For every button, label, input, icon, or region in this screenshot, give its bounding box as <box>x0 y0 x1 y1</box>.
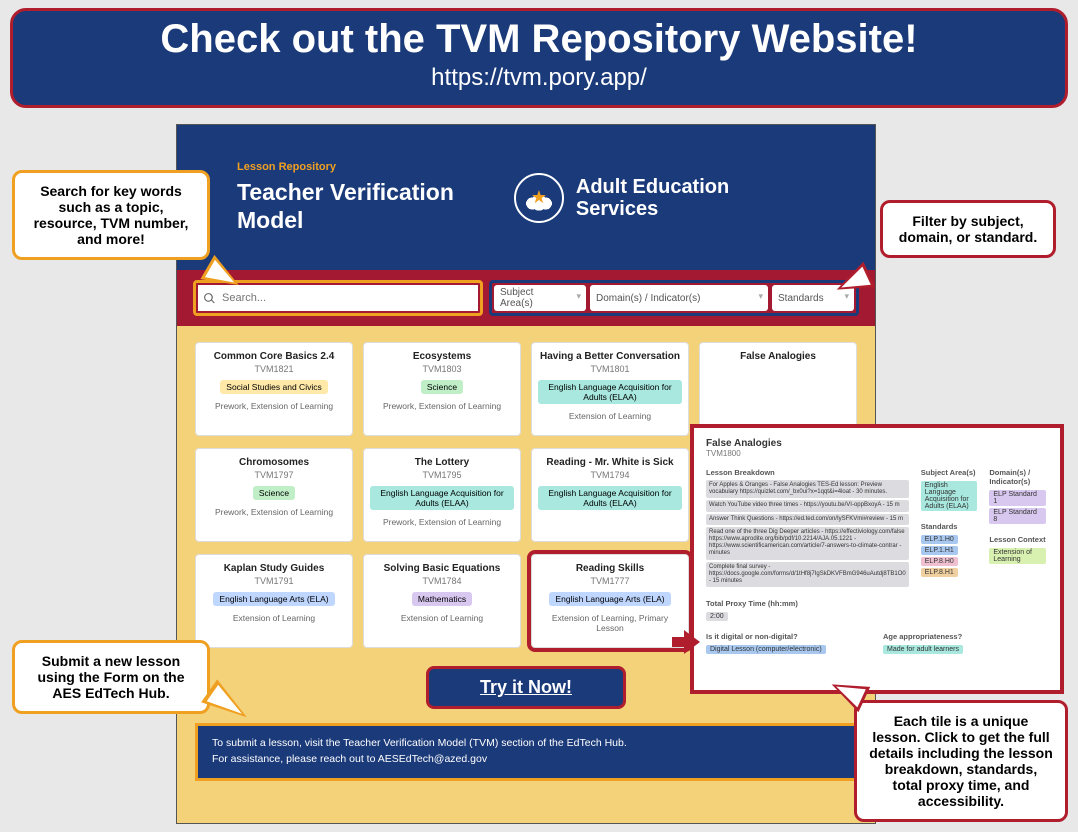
tile-title: Reading - Mr. White is Sick <box>538 457 682 468</box>
breakdown-item: Watch YouTube video three times - https:… <box>706 500 909 511</box>
tile-title: False Analogies <box>706 351 850 362</box>
arizona-seal-icon: ★ <box>514 173 564 223</box>
callout-submit: Submit a new lesson using the Form on th… <box>12 640 210 714</box>
tile-title: Ecosystems <box>370 351 514 362</box>
tile-tag: Science <box>253 486 295 500</box>
detail-age-label: Age appropriateness? <box>883 632 1048 641</box>
tile-title: Chromosomes <box>202 457 346 468</box>
tile-title: Kaplan Study Guides <box>202 563 346 574</box>
tile-title: The Lottery <box>370 457 514 468</box>
tile-sub: Extension of Learning <box>538 411 682 421</box>
tile-tag: English Language Acquisition for Adults … <box>538 486 682 510</box>
tile-id: TVM1777 <box>538 576 682 586</box>
detail-subject-chip: English Language Acquisition for Adults … <box>921 481 978 511</box>
callout-filter: Filter by subject, domain, or standard. <box>880 200 1056 258</box>
tile-title: Reading Skills <box>538 563 682 574</box>
tile-tag: Science <box>421 380 463 394</box>
tile-title: Solving Basic Equations <box>370 563 514 574</box>
tile-sub: Prework, Extension of Learning <box>370 401 514 411</box>
tile-id: TVM1801 <box>538 364 682 374</box>
tile-title: Having a Better Conversation <box>538 351 682 362</box>
detail-digital-label: Is it digital or non-digital? <box>706 632 871 641</box>
detail-proxy-chip: 2:00 <box>706 612 728 621</box>
filter-highlight: Subject Area(s) Domain(s) / Indicator(s)… <box>489 280 859 316</box>
lesson-detail-panel: False Analogies TVM1800 Lesson Breakdown… <box>690 424 1064 694</box>
tile-sub: Extension of Learning, Primary Lesson <box>538 613 682 633</box>
tile-id: TVM1797 <box>202 470 346 480</box>
standard-chip: ELP.8.H0 <box>921 557 958 566</box>
breakdown-item: Read one of the three Dig Deeper article… <box>706 527 909 560</box>
lesson-tile[interactable]: Ecosystems TVM1803 Science Prework, Extensi… <box>363 342 521 436</box>
lesson-tile[interactable]: Reading Skills TVM1777 English Language Ar… <box>531 554 689 648</box>
site-header-left: Lesson Repository Teacher Verification M… <box>237 161 454 234</box>
aes-title: Adult Education Services <box>576 176 729 220</box>
filter-domain[interactable]: Domain(s) / Indicator(s) <box>590 285 768 311</box>
detail-age-chip: Made for adult learners <box>883 645 963 654</box>
lesson-tile[interactable]: False Analogies <box>699 342 857 436</box>
detail-breakdown-label: Lesson Breakdown <box>706 468 909 477</box>
tile-tag: Social Studies and Civics <box>220 380 327 394</box>
lesson-tile[interactable]: Solving Basic Equations TVM1784 Mathematic… <box>363 554 521 648</box>
tile-tag: English Language Acquisition for Adults … <box>538 380 682 404</box>
tile-sub: Prework, Extension of Learning <box>370 517 514 527</box>
site-header-right: ★ Adult Education Services <box>514 173 729 223</box>
tile-id: TVM1795 <box>370 470 514 480</box>
tile-tag: Mathematics <box>412 592 472 606</box>
site-top-label: Lesson Repository <box>237 161 454 173</box>
lesson-tile[interactable]: Chromosomes TVM1797 Science Prework, Extens… <box>195 448 353 542</box>
tile-id: TVM1784 <box>370 576 514 586</box>
lesson-tile[interactable]: The Lottery TVM1795 English Language Acqui… <box>363 448 521 542</box>
breakdown-item: For Apples & Oranges - False Analogies T… <box>706 480 909 498</box>
arrow-right-icon <box>672 630 702 654</box>
tile-id: TVM1791 <box>202 576 346 586</box>
callout-tile: Each tile is a unique lesson. Click to g… <box>854 700 1068 822</box>
tile-sub: Extension of Learning <box>202 613 346 623</box>
detail-standards-label: Standards <box>921 522 980 531</box>
tile-title: Common Core Basics 2.4 <box>202 351 346 362</box>
lesson-tile[interactable]: Kaplan Study Guides TVM1791 English Langua… <box>195 554 353 648</box>
banner-title: Check out the TVM Repository Website! <box>13 17 1065 62</box>
submit-line-2: For assistance, please reach out to AESE… <box>212 752 840 768</box>
filter-subject[interactable]: Subject Area(s) <box>494 285 586 311</box>
detail-subject-label: Subject Area(s) <box>921 468 980 477</box>
standard-chip: ELP.1.H0 <box>921 535 958 544</box>
lesson-tile[interactable]: Common Core Basics 2.4 TVM1821 Social Stud… <box>195 342 353 436</box>
detail-id: TVM1800 <box>706 449 1048 458</box>
detail-title: False Analogies <box>706 438 1048 449</box>
tile-id: TVM1821 <box>202 364 346 374</box>
domain-chip: ELP Standard 1 <box>989 490 1046 506</box>
tile-sub: Prework, Extension of Learning <box>202 507 346 517</box>
standard-chip: ELP.8.H1 <box>921 568 958 577</box>
domain-chip: ELP Standard 8 <box>989 508 1046 524</box>
detail-proxy-label: Total Proxy Time (hh:mm) <box>706 599 1048 608</box>
search-filter-row: Subject Area(s) Domain(s) / Indicator(s)… <box>177 270 875 326</box>
tile-id: TVM1794 <box>538 470 682 480</box>
banner: Check out the TVM Repository Website! ht… <box>10 8 1068 108</box>
tile-sub: Prework, Extension of Learning <box>202 401 346 411</box>
standard-chip: ELP.1.H1 <box>921 546 958 555</box>
submit-line-1: To submit a lesson, visit the Teacher Ve… <box>212 736 840 752</box>
lesson-tile[interactable]: Having a Better Conversation TVM1801 Engli… <box>531 342 689 436</box>
detail-digital-chip: Digital Lesson (computer/electronic) <box>706 645 826 654</box>
tile-tag: English Language Arts (ELA) <box>213 592 334 606</box>
detail-domain-label: Domain(s) / Indicator(s) <box>989 468 1048 486</box>
try-it-now-button[interactable]: Try it Now! <box>426 666 626 709</box>
submit-instructions: To submit a lesson, visit the Teacher Ve… <box>195 723 857 781</box>
tile-sub: Extension of Learning <box>370 613 514 623</box>
detail-context-chip: Extension of Learning <box>989 548 1046 564</box>
search-input[interactable] <box>198 285 478 311</box>
breakdown-item: Complete final survey - https://docs.goo… <box>706 562 909 588</box>
site-header: Lesson Repository Teacher Verification M… <box>177 125 875 270</box>
callout-search: Search for key words such as a topic, re… <box>12 170 210 260</box>
tile-tag: English Language Arts (ELA) <box>549 592 670 606</box>
detail-context-label: Lesson Context <box>989 535 1048 544</box>
breakdown-item: Answer Think Questions - https://ed.ted.… <box>706 514 909 525</box>
tile-tag: English Language Acquisition for Adults … <box>370 486 514 510</box>
banner-url: https://tvm.pory.app/ <box>13 64 1065 92</box>
tile-id: TVM1803 <box>370 364 514 374</box>
site-title: Teacher Verification Model <box>237 179 454 234</box>
lesson-tile[interactable]: Reading - Mr. White is Sick TVM1794 Englis… <box>531 448 689 542</box>
